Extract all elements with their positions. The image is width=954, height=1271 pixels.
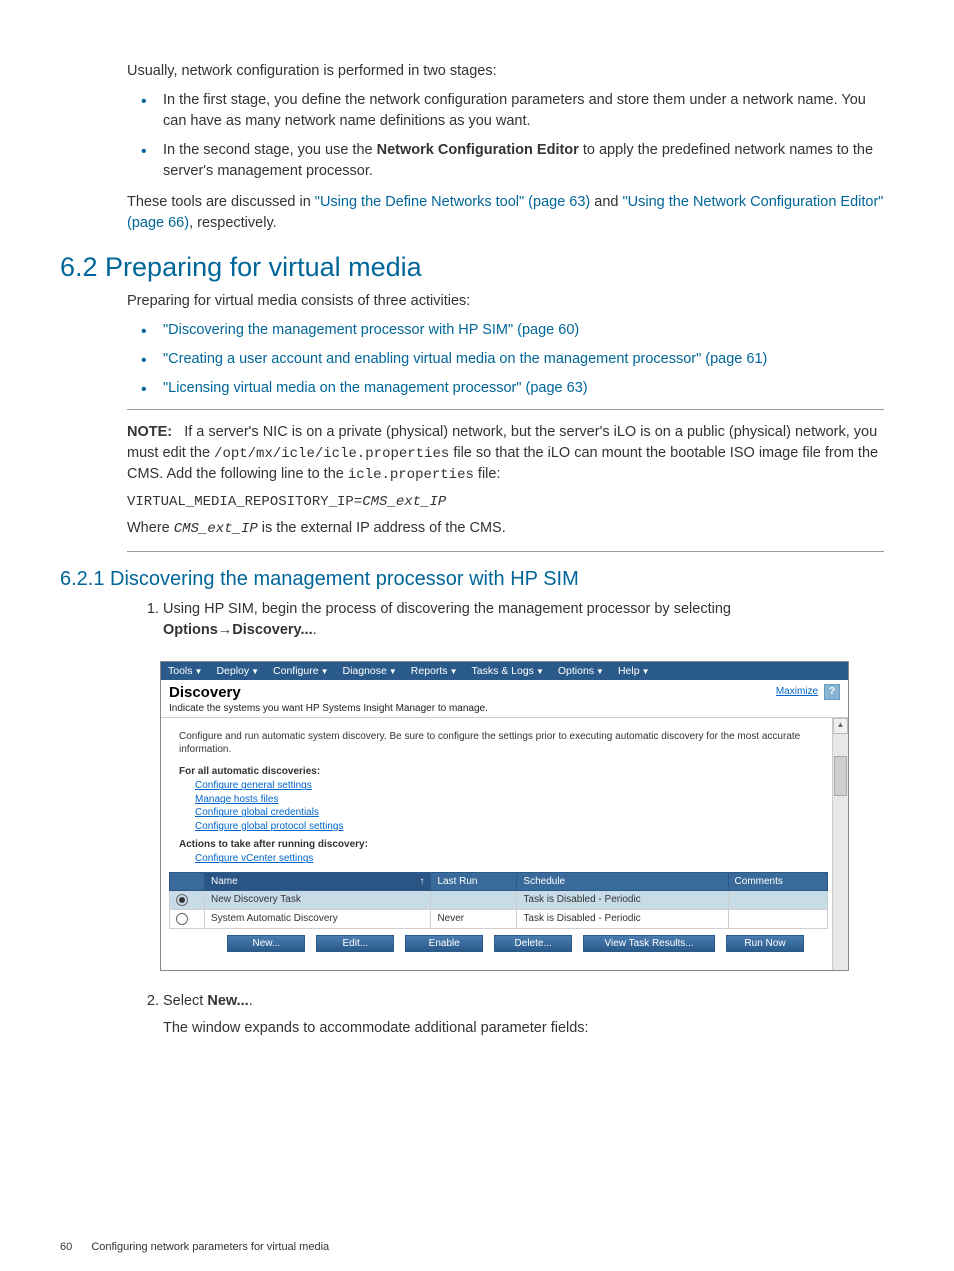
intro-bullet-1: In the first stage, you define the netwo… [163,90,884,132]
menu-diagnose[interactable]: Diagnose▼ [336,665,404,677]
table-row[interactable]: System Automatic Discovery Never Task is… [170,909,828,928]
scrollbar[interactable]: ▲ [832,718,848,970]
sec62-bullet-3: "Licensing virtual media on the manageme… [163,378,884,399]
edit-button[interactable]: Edit... [316,935,394,952]
intro-p1: Usually, network configuration is perfor… [127,61,884,82]
sim-h2: Actions to take after running discovery: [179,839,818,850]
discovery-table: Name ↑ Last Run Schedule Comments New Di… [169,872,828,929]
radio-unselected-icon[interactable] [176,913,188,925]
link-licensing-vm[interactable]: "Licensing virtual media on the manageme… [163,380,588,396]
menu-options[interactable]: Options▼ [551,665,611,677]
step-2: Select New.... The window expands to acc… [163,991,884,1039]
link-general-settings[interactable]: Configure general settings [195,779,818,793]
note-block: NOTE: If a server's NIC is on a private … [127,409,884,552]
menu-deploy[interactable]: Deploy▼ [209,665,266,677]
sim-menubar: Tools▼ Deploy▼ Configure▼ Diagnose▼ Repo… [161,662,848,680]
step-2-sub: The window expands to accommodate additi… [163,1018,884,1039]
delete-button[interactable]: Delete... [494,935,572,952]
link-global-protocol[interactable]: Configure global protocol settings [195,820,818,834]
col-select[interactable] [170,872,205,890]
intro-p2: These tools are discussed in "Using the … [127,192,884,234]
link-vcenter-settings[interactable]: Configure vCenter settings [195,852,818,866]
menu-tasks-logs[interactable]: Tasks & Logs▼ [464,665,550,677]
menu-reports[interactable]: Reports▼ [404,665,465,677]
run-now-button[interactable]: Run Now [726,935,804,952]
sim-subtitle: Indicate the systems you want HP Systems… [169,703,488,714]
intro-bullet-2: In the second stage, you use the Network… [163,140,884,182]
link-define-networks[interactable]: "Using the Define Networks tool" (page 6… [315,194,590,210]
col-schedule[interactable]: Schedule [517,872,728,890]
col-name[interactable]: Name ↑ [205,872,431,890]
sec62-p1: Preparing for virtual media consists of … [127,291,884,312]
sec62-bullet-2: "Creating a user account and enabling vi… [163,349,884,370]
maximize-link[interactable]: Maximize [776,686,818,697]
sim-title: Discovery [169,684,488,701]
table-row[interactable]: New Discovery Task Task is Disabled - Pe… [170,890,828,909]
sort-arrow-icon: ↑ [419,876,424,887]
sim-h1: For all automatic discoveries: [179,766,818,777]
menu-configure[interactable]: Configure▼ [266,665,335,677]
sec62-bullet-1: "Discovering the management processor wi… [163,320,884,341]
radio-selected-icon[interactable] [176,894,188,906]
col-comments[interactable]: Comments [728,872,827,890]
menu-help[interactable]: Help▼ [611,665,657,677]
menu-tools[interactable]: Tools▼ [161,665,209,677]
help-icon[interactable]: ? [824,684,840,700]
heading-6-2-1: 6.2.1 Discovering the management process… [60,568,884,591]
link-manage-hosts[interactable]: Manage hosts files [195,793,818,807]
note-label: NOTE: [127,424,172,440]
col-lastrun[interactable]: Last Run [431,872,517,890]
link-creating-user[interactable]: "Creating a user account and enabling vi… [163,351,767,367]
link-global-creds[interactable]: Configure global credentials [195,806,818,820]
step-1: Using HP SIM, begin the process of disco… [163,599,884,641]
note-p2: Where CMS_ext_IP is the external IP addr… [127,518,884,539]
view-task-results-button[interactable]: View Task Results... [583,935,715,952]
sim-screenshot: Tools▼ Deploy▼ Configure▼ Diagnose▼ Repo… [160,661,849,971]
scroll-up-icon[interactable]: ▲ [833,718,848,734]
link-discovering-mp[interactable]: "Discovering the management processor wi… [163,322,579,338]
enable-button[interactable]: Enable [405,935,483,952]
sim-header: Discovery Indicate the systems you want … [161,680,848,718]
sec62-body: Preparing for virtual media consists of … [127,291,884,399]
note-codeline: VIRTUAL_MEDIA_REPOSITORY_IP=CMS_ext_IP [127,492,884,512]
page-footer: 60 Configuring network parameters for vi… [60,1241,329,1253]
intro-block: Usually, network configuration is perfor… [127,61,884,234]
scroll-thumb[interactable] [834,756,847,796]
page-number: 60 [60,1241,72,1253]
new-button[interactable]: New... [227,935,305,952]
sim-info-text: Configure and run automatic system disco… [179,730,818,756]
footer-title: Configuring network parameters for virtu… [91,1241,329,1253]
heading-6-2: 6.2 Preparing for virtual media [60,252,884,283]
